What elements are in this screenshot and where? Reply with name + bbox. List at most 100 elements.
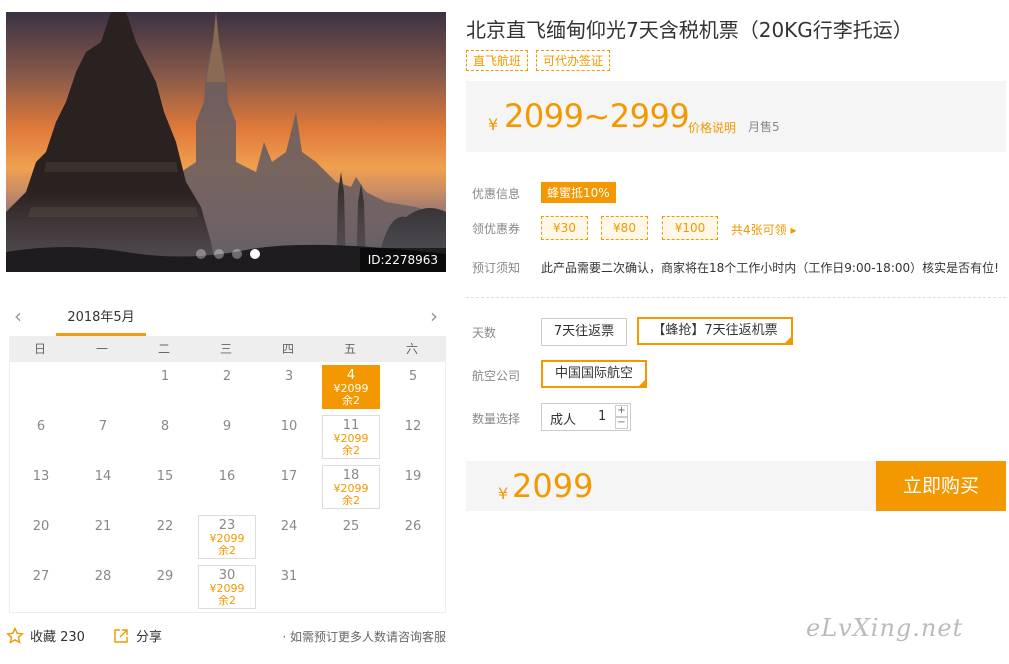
calendar-day: 22 (156, 519, 174, 534)
day-number: 18 (342, 468, 360, 483)
calendar-month-tab[interactable]: 2018年5月 (56, 306, 146, 336)
day-remaining: 余2 (218, 594, 236, 607)
calendar-day: 5 (408, 369, 418, 384)
site-watermark: eLvXing.net (806, 614, 964, 642)
coupon-100[interactable]: ¥100 (662, 216, 718, 240)
total-currency: ¥ (498, 484, 509, 503)
calendar-day: 15 (156, 469, 174, 484)
coupon-30[interactable]: ¥30 (541, 216, 588, 240)
carousel-dots (196, 249, 260, 259)
next-month-icon[interactable]: › (430, 304, 438, 328)
calendar-day: 12 (404, 419, 422, 434)
weekday-label: 四 (281, 342, 294, 356)
price-explain-link[interactable]: 价格说明 (688, 119, 736, 136)
product-title: 北京直飞缅甸仰光7天含税机票（20KG行李托运） (466, 18, 913, 42)
share-button[interactable]: 分享 (112, 626, 162, 645)
price-panel: ¥ 2099~2999 价格说明 月售5 (466, 81, 1006, 152)
weekday-label: 日 (33, 342, 46, 356)
calendar-day: 27 (32, 569, 50, 584)
calendar-day: 17 (280, 469, 298, 484)
section-divider (466, 297, 1006, 298)
carousel-dot-4[interactable] (250, 249, 260, 259)
coupon-80[interactable]: ¥80 (601, 216, 648, 240)
calendar-day: 6 (36, 419, 46, 434)
buy-now-button[interactable]: 立即购买 (876, 461, 1006, 511)
price-currency: ¥ (488, 115, 499, 134)
option-7day-return[interactable]: 7天往返票 (541, 318, 627, 346)
favorite-button[interactable]: 收藏 230 (6, 626, 85, 645)
day-number: 4 (346, 368, 356, 383)
prev-month-icon[interactable]: ‹ (14, 304, 22, 328)
star-icon (6, 626, 24, 644)
calendar-empty (320, 562, 382, 612)
photo-id-label: ID:2278963 (359, 248, 446, 272)
option-air-china[interactable]: 中国国际航空 (541, 360, 647, 388)
weekday-label: 三 (219, 342, 232, 356)
calendar-header: ‹ 2018年5月 › (6, 298, 446, 336)
calendar-day: 7 (98, 419, 108, 434)
calendar-day[interactable]: 4 ¥2099 余2 (322, 365, 380, 409)
weekday-header: 日一二三四五六 (9, 336, 446, 362)
notice-text: 此产品需要二次确认，商家将在18个工作小时内（工作日9:00-18:00）核实是… (541, 261, 999, 275)
day-remaining: 余2 (342, 494, 360, 507)
day-remaining: 余2 (342, 394, 360, 407)
calendar-day: 31 (280, 569, 298, 584)
calendar-day: 28 (94, 569, 112, 584)
calendar-day: 2 (222, 369, 232, 384)
date-calendar: ‹ 2018年5月 › 日一二三四五六 1 2 3 4 ¥2099 余2 5 6 7 8 9 10 11… (6, 298, 446, 613)
quantity-stepper: 成人 1 + − (541, 403, 631, 431)
calendar-day: 26 (404, 519, 422, 534)
calendar-grid: 1 2 3 4 ¥2099 余2 5 6 7 8 9 10 11 ¥2099 余2 12 13 14 15 16 17 1… (9, 362, 446, 613)
tag-direct-flight: 直飞航班 (466, 50, 529, 71)
honey-discount-badge: 蜂蜜抵10% (541, 182, 616, 203)
carousel-dot-3[interactable] (232, 249, 242, 259)
product-tags: 直飞航班 可代办签证 (466, 50, 611, 71)
carousel-dot-1[interactable] (196, 249, 206, 259)
weekday-label: 一 (95, 342, 108, 356)
calendar-day: 14 (94, 469, 112, 484)
day-number: 11 (342, 418, 360, 433)
carousel-dot-2[interactable] (214, 249, 224, 259)
calendar-day: 21 (94, 519, 112, 534)
calendar-day: 19 (404, 469, 422, 484)
day-number: 23 (218, 518, 236, 533)
calendar-day[interactable]: 18 ¥2099 余2 (322, 465, 380, 509)
calendar-day: 10 (280, 419, 298, 434)
quantity-value[interactable]: 1 (598, 409, 606, 424)
calendar-day[interactable]: 30 ¥2099 余2 (198, 565, 256, 609)
option-flash-7day-return[interactable]: 【蜂抢】7天往返机票 (637, 317, 793, 345)
calendar-day: 9 (222, 419, 232, 434)
action-bar: 收藏 230 分享 · 如需预订更多人数请咨询客服 (6, 626, 446, 646)
group-booking-note: · 如需预订更多人数请咨询客服 (282, 630, 446, 644)
share-icon (114, 628, 128, 643)
total-amount: 2099 (512, 467, 594, 505)
monthly-sales: 月售5 (748, 120, 780, 134)
calendar-day: 20 (32, 519, 50, 534)
calendar-day: 1 (160, 369, 170, 384)
day-remaining: 余2 (218, 544, 236, 557)
airline-label: 航空公司 (472, 369, 521, 383)
weekday-label: 六 (405, 342, 418, 356)
day-remaining: 余2 (342, 444, 360, 457)
quantity-minus-button[interactable]: − (615, 417, 628, 429)
calendar-day: 13 (32, 469, 50, 484)
calendar-day[interactable]: 11 ¥2099 余2 (322, 415, 380, 459)
share-label: 分享 (136, 630, 163, 645)
days-label: 天数 (472, 326, 497, 340)
calendar-day: 25 (342, 519, 360, 534)
temple-sunset-image (6, 12, 446, 272)
calendar-day: 3 (284, 369, 294, 384)
quantity-plus-button[interactable]: + (615, 405, 628, 417)
calendar-day: 8 (160, 419, 170, 434)
weekday-label: 五 (343, 342, 356, 356)
all-coupons-link[interactable]: 共4张可领 ▸ (731, 221, 796, 238)
favorite-label: 收藏 230 (30, 630, 85, 645)
coupons-label: 领优惠券 (472, 222, 521, 236)
calendar-day[interactable]: 23 ¥2099 余2 (198, 515, 256, 559)
calendar-day: 29 (156, 569, 174, 584)
calendar-empty (10, 362, 72, 412)
price-range: 2099~2999 (504, 97, 690, 135)
notice-label: 预订须知 (472, 261, 521, 275)
weekday-label: 二 (157, 342, 170, 356)
day-number: 30 (218, 568, 236, 583)
